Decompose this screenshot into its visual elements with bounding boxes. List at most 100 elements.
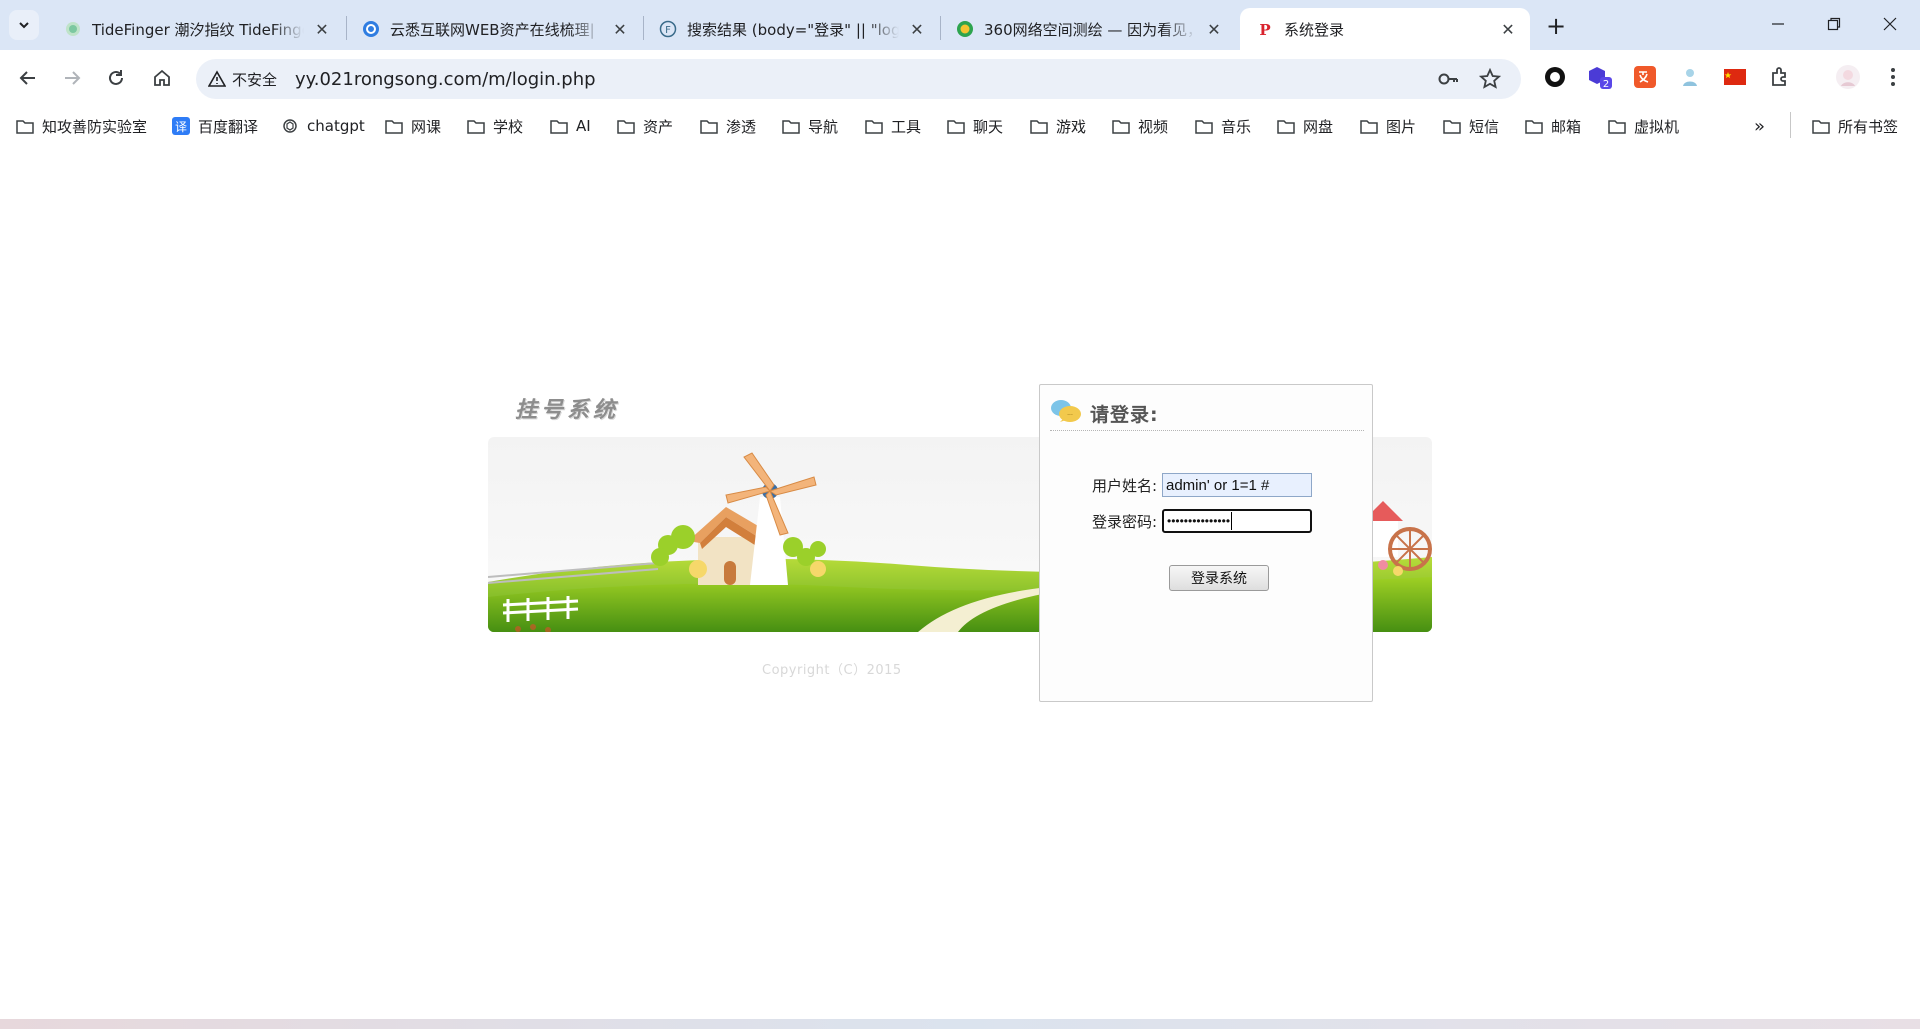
login-submit-button[interactable]: 登录系统 bbox=[1169, 565, 1269, 591]
tab-title: 搜索结果 (body="登录" || "log bbox=[687, 20, 899, 39]
browser-toolbar: 不安全 yy.021rongsong.com/m/login.php 2 bbox=[0, 50, 1920, 108]
close-icon[interactable]: ✕ bbox=[907, 19, 927, 39]
close-icon[interactable]: ✕ bbox=[1204, 19, 1224, 39]
bookmark-folder[interactable]: 网盘 bbox=[1277, 114, 1333, 138]
folder-icon bbox=[1525, 117, 1543, 135]
folder-icon bbox=[782, 117, 800, 135]
tab-yunxi[interactable]: 云悉互联网WEB资产在线梳理| ✕ bbox=[346, 8, 642, 50]
folder-icon bbox=[947, 117, 965, 135]
bookmark-folder[interactable]: 虚拟机 bbox=[1608, 114, 1679, 138]
bookmark-folder[interactable]: 网课 bbox=[385, 114, 441, 138]
folder-icon bbox=[467, 117, 485, 135]
more-bookmarks-button[interactable]: » bbox=[1754, 114, 1765, 138]
tab-strip: TideFinger 潮汐指纹 TideFinger ✕ 云悉互联网WEB资产在… bbox=[0, 0, 1920, 50]
address-bar[interactable]: 不安全 yy.021rongsong.com/m/login.php bbox=[196, 59, 1521, 99]
all-bookmarks-button[interactable]: 所有书签 bbox=[1812, 114, 1898, 138]
url-text[interactable]: yy.021rongsong.com/m/login.php bbox=[295, 69, 596, 90]
extension-translate-icon[interactable] bbox=[1631, 63, 1659, 91]
tab-search-button[interactable] bbox=[9, 10, 39, 40]
username-field[interactable]: admin' or 1=1 # bbox=[1162, 473, 1312, 497]
svg-text:F: F bbox=[665, 25, 671, 36]
bookmark-baidu-translate[interactable]: 译百度翻译 bbox=[172, 114, 258, 138]
bookmark-folder[interactable]: 导航 bbox=[782, 114, 838, 138]
bookmark-folder[interactable]: 邮箱 bbox=[1525, 114, 1581, 138]
tab-title: TideFinger 潮汐指纹 TideFinger bbox=[92, 20, 304, 39]
arrow-left-icon bbox=[19, 71, 35, 85]
bookmark-folder[interactable]: AI bbox=[550, 114, 591, 138]
password-field[interactable]: ••••••••••••••• bbox=[1162, 509, 1312, 533]
quake360-icon bbox=[956, 20, 974, 38]
username-label: 用户姓名: bbox=[1092, 476, 1158, 495]
bookmark-folder[interactable]: 学校 bbox=[467, 114, 523, 138]
minimize-icon bbox=[1772, 23, 1784, 25]
svg-text:···: ··· bbox=[1067, 412, 1073, 419]
chat-bubbles-icon: ··· bbox=[1050, 398, 1082, 430]
forward-button[interactable] bbox=[56, 62, 88, 94]
copyright-text: Copyright（C）2015 bbox=[762, 663, 902, 678]
extension-hex-icon[interactable]: 2 bbox=[1586, 63, 1614, 91]
bookmark-folder[interactable]: 视频 bbox=[1112, 114, 1168, 138]
tab-tidefinger[interactable]: TideFinger 潮汐指纹 TideFinger ✕ bbox=[48, 8, 344, 50]
fofa-icon: F bbox=[659, 20, 677, 38]
close-icon[interactable]: ✕ bbox=[610, 19, 630, 39]
home-icon bbox=[154, 69, 170, 86]
arrow-right-icon bbox=[65, 71, 81, 85]
chatgpt-icon bbox=[281, 117, 299, 135]
bookmark-folder[interactable]: 渗透 bbox=[700, 114, 756, 138]
bookmark-folder[interactable]: 短信 bbox=[1443, 114, 1499, 138]
warning-icon bbox=[208, 70, 226, 87]
menu-kebab-icon[interactable] bbox=[1879, 63, 1907, 91]
folder-icon bbox=[1195, 117, 1213, 135]
password-key-icon[interactable] bbox=[1436, 67, 1460, 91]
extension-circle-icon[interactable] bbox=[1541, 63, 1569, 91]
bookmark-folder[interactable]: 工具 bbox=[865, 114, 921, 138]
tab-fofa[interactable]: F 搜索结果 (body="登录" || "log ✕ bbox=[643, 8, 939, 50]
svg-text:2: 2 bbox=[1603, 79, 1609, 90]
site-brand: 挂号系统 bbox=[515, 397, 620, 423]
tab-quake360[interactable]: 360网络空间测绘 — 因为看见， ✕ bbox=[940, 8, 1236, 50]
bookmark-star-icon[interactable] bbox=[1478, 67, 1502, 91]
security-indicator[interactable]: 不安全 bbox=[208, 69, 277, 90]
profile-avatar[interactable] bbox=[1834, 63, 1862, 91]
folder-icon bbox=[1277, 117, 1295, 135]
folder-icon bbox=[1608, 117, 1626, 135]
folder-icon bbox=[1443, 117, 1461, 135]
tab-login-active[interactable]: P 系统登录 ✕ bbox=[1240, 8, 1530, 50]
close-window-button[interactable] bbox=[1862, 0, 1918, 48]
bookmark-folder[interactable]: 音乐 bbox=[1195, 114, 1251, 138]
bookmark-folder[interactable]: 游戏 bbox=[1030, 114, 1086, 138]
extensions-puzzle-icon[interactable] bbox=[1766, 63, 1794, 91]
folder-icon bbox=[1812, 117, 1830, 135]
extension-figure-icon[interactable] bbox=[1676, 63, 1704, 91]
back-button[interactable] bbox=[12, 62, 44, 94]
bookmark-folder[interactable]: 资产 bbox=[617, 114, 673, 138]
china-flag-icon[interactable] bbox=[1721, 63, 1749, 91]
restore-button[interactable] bbox=[1806, 0, 1862, 48]
folder-icon bbox=[1112, 117, 1130, 135]
double-chevron-icon: » bbox=[1754, 115, 1766, 137]
translate-icon: 译 bbox=[172, 117, 190, 135]
new-tab-button[interactable]: + bbox=[1540, 10, 1572, 42]
text-caret bbox=[1231, 512, 1233, 530]
close-icon bbox=[1883, 17, 1897, 31]
folder-icon bbox=[550, 117, 568, 135]
close-icon[interactable]: ✕ bbox=[1498, 19, 1518, 39]
tab-title: 云悉互联网WEB资产在线梳理| bbox=[390, 20, 595, 39]
bookmark-folder[interactable]: 聊天 bbox=[947, 114, 1003, 138]
bookmark-folder[interactable]: 图片 bbox=[1360, 114, 1416, 138]
username-row: 用户姓名: admin' or 1=1 # bbox=[1092, 473, 1312, 497]
bookmark-zhigong[interactable]: 知攻善防实验室 bbox=[16, 114, 147, 138]
bookmark-chatgpt[interactable]: chatgpt bbox=[281, 114, 365, 138]
yunxi-icon bbox=[362, 20, 380, 38]
minimize-button[interactable] bbox=[1750, 0, 1806, 48]
page-content: 挂号系统 Copyright（C）2015 ··· 请登录: 用户姓名: adm… bbox=[0, 144, 1920, 1029]
tidefinger-icon bbox=[64, 20, 82, 38]
taskbar-edge bbox=[0, 1019, 1920, 1029]
reload-button[interactable] bbox=[100, 62, 132, 94]
close-icon[interactable]: ✕ bbox=[312, 19, 332, 39]
login-panel: ··· 请登录: 用户姓名: admin' or 1=1 # 登录密码: •••… bbox=[1039, 384, 1373, 702]
folder-icon bbox=[617, 117, 635, 135]
folder-icon bbox=[865, 117, 883, 135]
home-button[interactable] bbox=[146, 62, 178, 94]
svg-text:译: 译 bbox=[175, 120, 187, 134]
